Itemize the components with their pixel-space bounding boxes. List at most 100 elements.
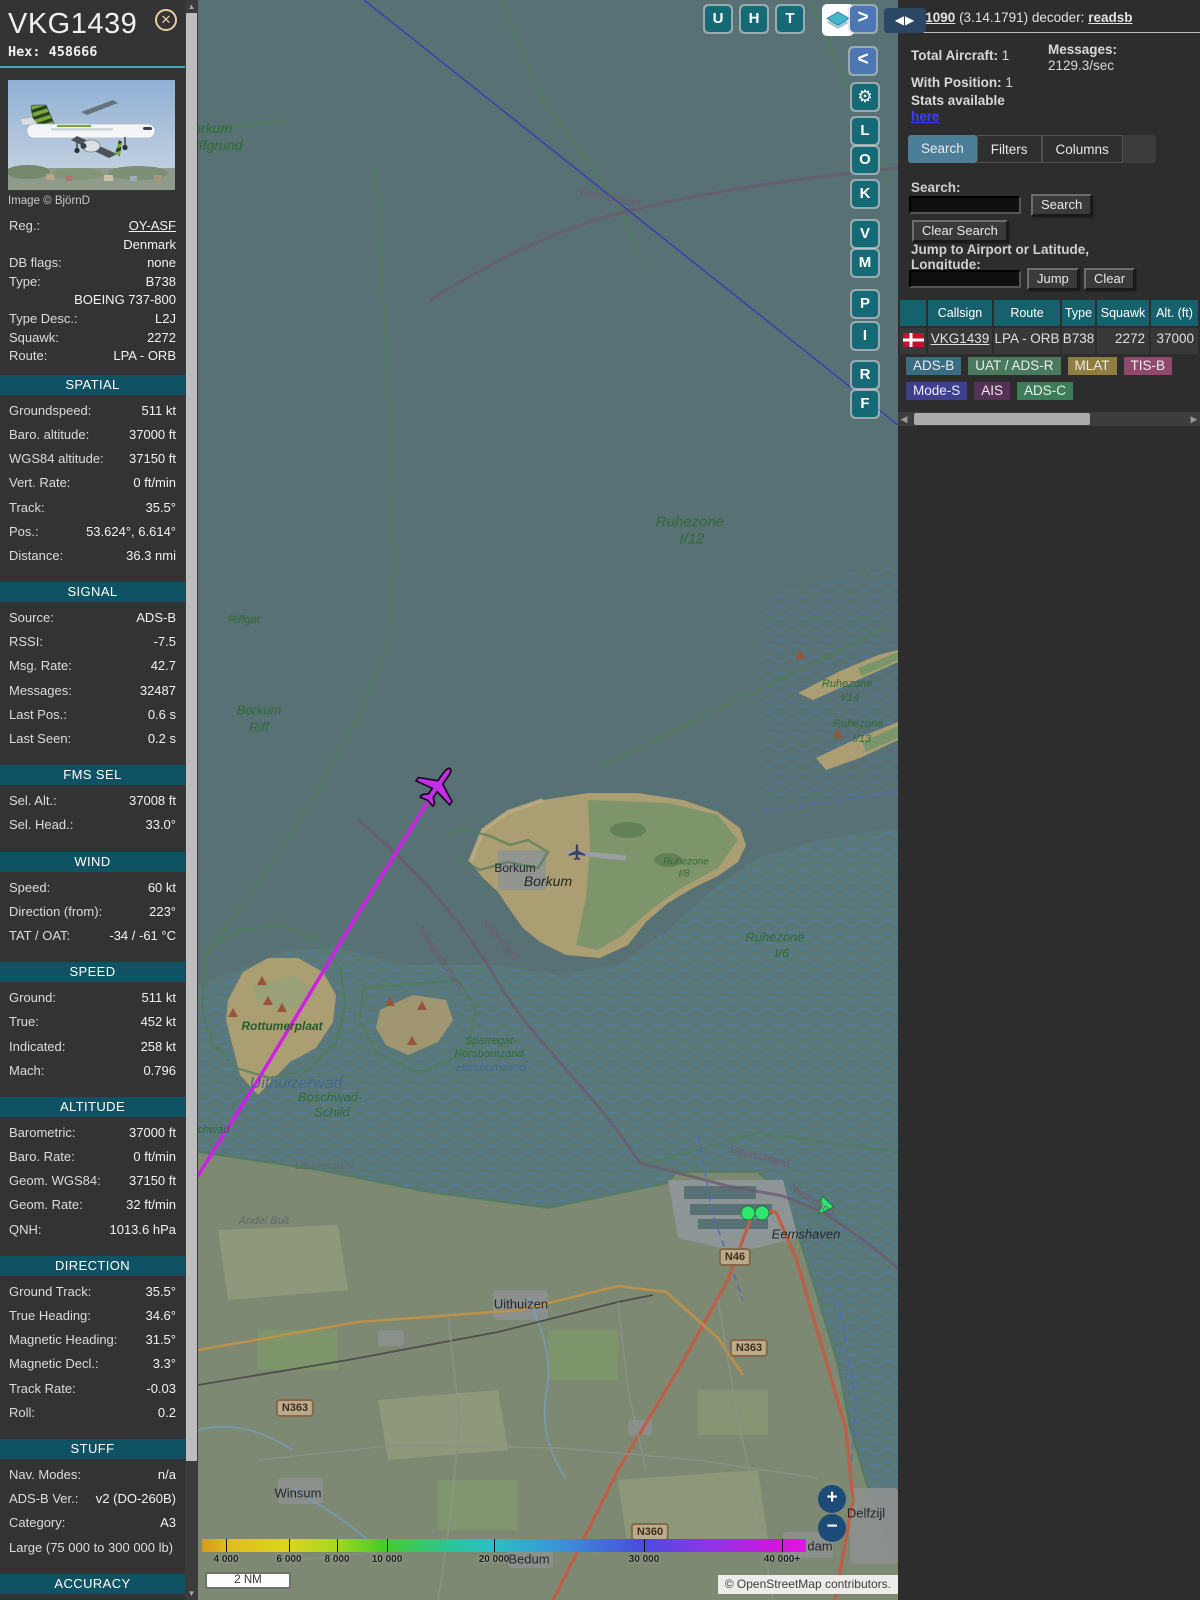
data-row: Track Rate: -0.03 [0, 1380, 185, 1404]
map-viewport[interactable]: BorkumRiffgrundDeutschlandRuhezoneI/12Ri… [198, 0, 898, 1600]
table-horizontal-scrollbar[interactable]: ◀ ▶ [898, 412, 1200, 426]
map-button-r[interactable]: R [850, 360, 880, 390]
close-icon[interactable]: ✕ [155, 9, 177, 31]
panel-toggle-button[interactable]: ◀▶ [884, 8, 926, 33]
map-scale: 2 NM [205, 1572, 291, 1589]
info-value: B738 [145, 273, 176, 289]
info-row: Squawk: 2272 [0, 329, 185, 348]
clear-search-button[interactable]: Clear Search [912, 220, 1008, 242]
scroll-left-icon[interactable]: ◀ [898, 412, 910, 426]
column-header-callsign[interactable]: Callsign [928, 300, 992, 326]
data-row: Distance: 36.3 nmi [0, 547, 185, 571]
tab-columns[interactable]: Columns [1041, 135, 1123, 163]
column-header-route[interactable]: Route [994, 300, 1060, 326]
divider [898, 32, 1200, 33]
map-button-h[interactable]: H [739, 4, 769, 34]
column-header-type[interactable]: Type [1062, 300, 1095, 326]
sidebar-scrollbar[interactable]: ▲ ▼ [185, 0, 198, 1600]
map-button-p[interactable]: P [850, 289, 880, 319]
source-badge-ais[interactable]: AIS [974, 382, 1011, 400]
readsb-link[interactable]: readsb [1088, 10, 1132, 25]
source-badge-mlat[interactable]: MLAT [1067, 357, 1117, 375]
source-badge-tis-b[interactable]: TIS-B [1123, 357, 1173, 375]
map-button-t[interactable]: T [775, 4, 805, 34]
data-row: Geom. Rate: 32 ft/min [0, 1196, 185, 1220]
table-row[interactable]: VKG1439 LPA - ORB B738 2272 37000 [900, 326, 1200, 354]
source-badge-uat-ads-r[interactable]: UAT / ADS-R [968, 357, 1061, 375]
data-label: Baro. altitude: [9, 426, 90, 442]
map-button-k[interactable]: K [850, 179, 880, 209]
data-value: 36.3 nmi [126, 547, 176, 563]
source-badge-ads-c[interactable]: ADS-C [1017, 382, 1074, 400]
jump-button[interactable]: Jump [1027, 268, 1079, 290]
stats-here-link[interactable]: here [911, 109, 940, 124]
hscroll-thumb[interactable] [914, 413, 1090, 425]
data-row: Last Seen: 0.2 s [0, 730, 185, 754]
table-callsign[interactable]: VKG1439 [928, 328, 992, 354]
data-value: 32487 [139, 682, 176, 698]
panel-expand-button[interactable]: > [848, 4, 878, 34]
map-button-l[interactable]: L [850, 116, 880, 146]
panel-tabs: Search Filters Columns [908, 135, 1156, 163]
data-value: 0.6 s [147, 706, 176, 722]
clear-button[interactable]: Clear [1084, 268, 1136, 290]
data-section: ACCURACY NACP: EPU < 30 m SIL: ≤ 1e-7 NA… [0, 1573, 185, 1600]
data-label: QNH: [9, 1221, 42, 1237]
data-label: True Heading: [9, 1308, 91, 1323]
search-button[interactable]: Search [1031, 194, 1093, 216]
data-label: Track Rate: [9, 1380, 76, 1396]
info-label: DB flags: [9, 255, 62, 271]
data-row: Last Pos.: 0.6 s [0, 706, 185, 730]
table-header-row[interactable]: Callsign Route Type Squawk Alt. (ft) [900, 300, 1200, 326]
scroll-up-icon[interactable]: ▲ [185, 0, 198, 13]
data-value: 258 kt [140, 1038, 176, 1054]
map-attribution[interactable]: © OpenStreetMap contributors. [717, 1575, 898, 1594]
legend-tick-label: 8 000 [324, 1554, 350, 1565]
map-button-m[interactable]: M [850, 248, 880, 278]
data-label: Last Pos.: [9, 706, 67, 722]
scrollbar-thumb[interactable] [186, 13, 197, 1461]
table-type: B738 [1062, 328, 1095, 354]
data-value: -7.5 [153, 634, 176, 650]
data-label: Messages: [9, 682, 72, 698]
section-header: FMS SEL [0, 765, 185, 786]
search-input[interactable] [909, 196, 1021, 214]
data-row: Source: ADS-B [0, 609, 185, 633]
scroll-right-icon[interactable]: ▶ [1188, 412, 1200, 426]
scroll-down-icon[interactable]: ▼ [185, 1587, 198, 1600]
data-label: Geom. Rate: [9, 1197, 83, 1213]
data-section: SIGNAL Source: ADS-B RSSI: -7.5 Msg. Rat… [0, 582, 185, 756]
settings-gear-icon[interactable]: ⚙ [850, 82, 880, 112]
map-button-o[interactable]: O [850, 145, 880, 175]
source-badge-mode-s[interactable]: Mode-S [906, 382, 968, 400]
map-button-v[interactable]: V [850, 219, 880, 249]
with-position: With Position: 1 [911, 75, 1013, 90]
data-label: Last Seen: [9, 731, 72, 746]
panel-collapse-button[interactable]: < [848, 46, 878, 76]
zoom-out-button[interactable]: − [818, 1514, 846, 1542]
divider [0, 66, 185, 68]
info-row: DB flags: none [0, 254, 185, 273]
info-row: Reg.: OY-ASF [0, 217, 185, 236]
tab-search[interactable]: Search [908, 135, 977, 163]
map-button-i[interactable]: I [850, 321, 880, 351]
jump-input[interactable] [909, 270, 1021, 288]
data-row: Track: 35.5° [0, 499, 185, 523]
data-row: Direction (from): 223° [0, 903, 185, 927]
legend-tick-label: 30 000 [628, 1554, 660, 1565]
column-header-flag[interactable] [900, 300, 926, 326]
tab-filters[interactable]: Filters [976, 135, 1042, 163]
column-header-squawk[interactable]: Squawk [1097, 300, 1149, 326]
data-label: Distance: [9, 547, 64, 563]
zoom-in-button[interactable]: + [818, 1485, 846, 1513]
data-label: Baro. Rate: [9, 1149, 75, 1165]
data-value: 35.5° [145, 1283, 176, 1299]
column-header-alt-ft-[interactable]: Alt. (ft) [1151, 300, 1198, 326]
data-value: 511 kt [141, 402, 176, 418]
source-badge-ads-b[interactable]: ADS-B [906, 357, 962, 375]
data-section: WIND Speed: 60 kt Direction (from): 223°… [0, 851, 185, 954]
info-label: Squawk: [9, 329, 59, 345]
aircraft-photo[interactable] [8, 80, 175, 190]
map-button-u[interactable]: U [703, 4, 733, 34]
map-button-f[interactable]: F [850, 389, 880, 419]
